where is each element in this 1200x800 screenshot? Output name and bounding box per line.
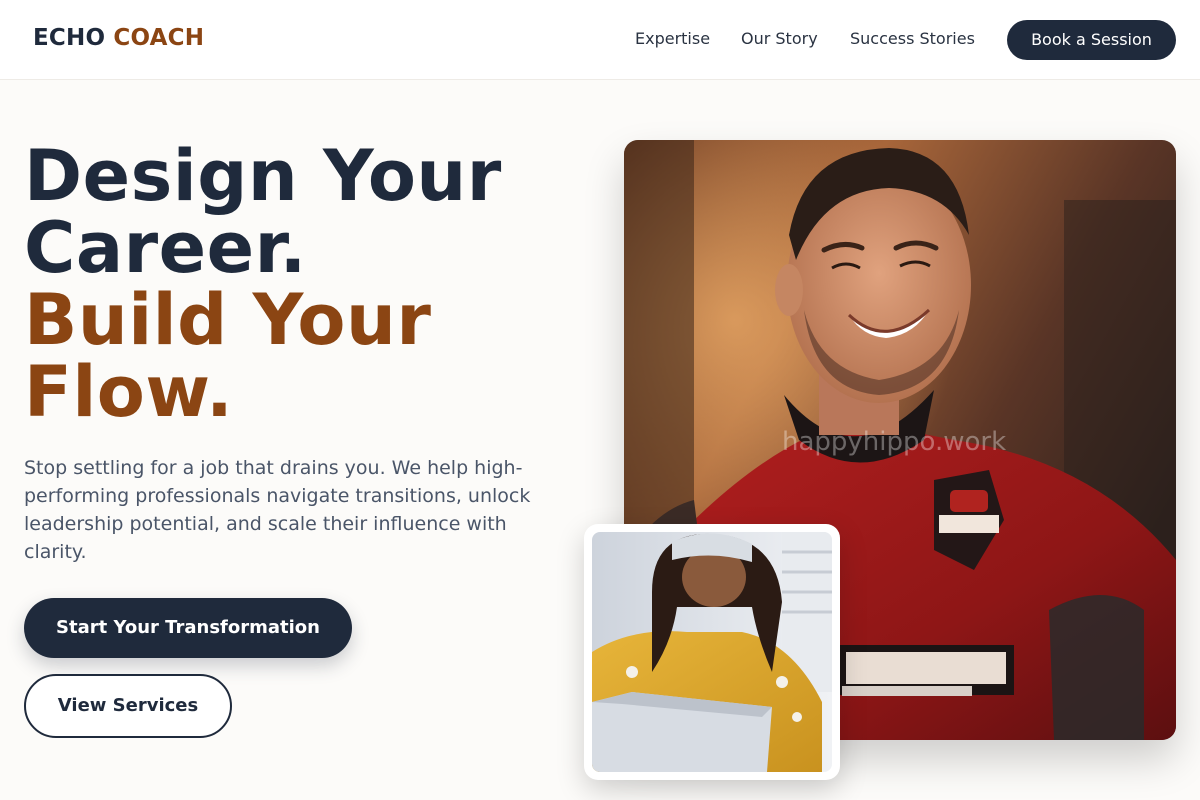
watermark-text: happyhippo.work [782, 427, 1007, 457]
inset-photo [592, 532, 832, 772]
nav-our-story[interactable]: Our Story [741, 29, 818, 48]
view-services-button[interactable]: View Services [24, 674, 232, 738]
nav-success-stories[interactable]: Success Stories [850, 29, 975, 48]
inset-photo-card [584, 524, 840, 780]
nav-expertise[interactable]: Expertise [635, 29, 710, 48]
headline-line-2: Career. [24, 207, 307, 289]
book-session-button[interactable]: Book a Session [1007, 20, 1176, 60]
hero-headline: Design Your Career. Build Your Flow. [24, 140, 584, 428]
hero-subtitle: Stop settling for a job that drains you.… [24, 457, 531, 563]
headline-line-4: Flow. [24, 351, 234, 433]
site-header: ECHO COACH Expertise Our Story Success S… [0, 0, 1200, 80]
headline-line-3: Build Your [24, 279, 432, 361]
logo[interactable]: ECHO COACH [33, 25, 204, 51]
headline-line-1: Design Your [24, 135, 502, 217]
logo-primary: ECHO [33, 25, 106, 51]
logo-accent: COACH [113, 25, 205, 51]
start-transformation-button[interactable]: Start Your Transformation [24, 598, 352, 658]
